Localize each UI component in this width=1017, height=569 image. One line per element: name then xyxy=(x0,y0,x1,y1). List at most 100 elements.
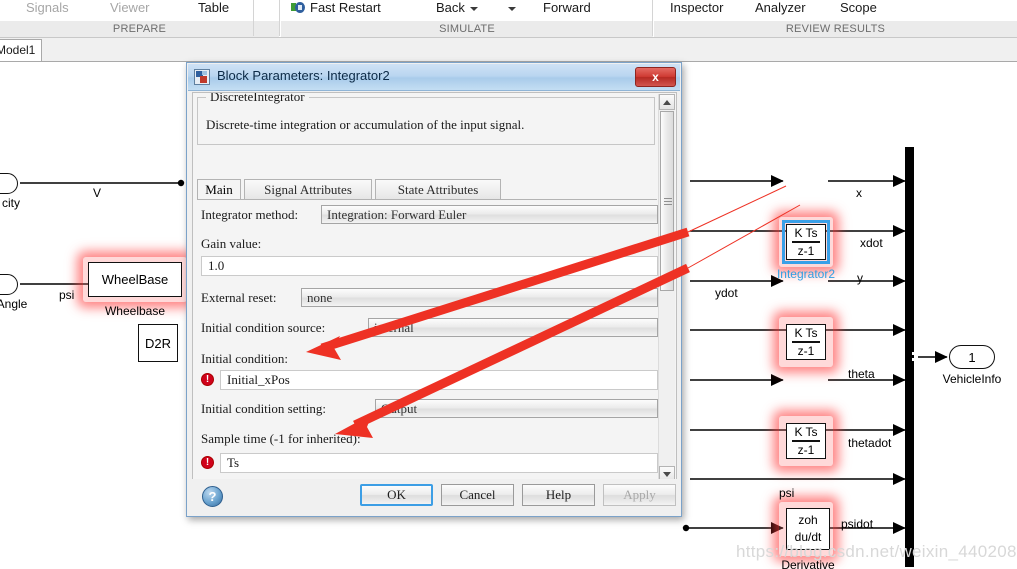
block-integrator2-label: Integrator2 xyxy=(776,267,836,281)
signal-label-y: y xyxy=(857,271,863,285)
integrator-method-label: Integrator method: xyxy=(201,207,299,222)
external-reset-select[interactable]: none xyxy=(301,288,658,307)
outport-vehicleinfo-label: VehicleInfo xyxy=(942,372,1002,386)
initial-condition-label: Initial condition: xyxy=(201,351,289,366)
ribbon-group-review-results-label: REVIEW RESULTS xyxy=(785,23,886,35)
bus-creator-port xyxy=(912,358,919,361)
block-d2r[interactable]: D2R xyxy=(138,324,178,362)
model-tab-label: Model1 xyxy=(0,43,36,57)
block-parameters-dialog[interactable]: Block Parameters: Integrator2 x Discrete… xyxy=(186,62,682,517)
gain-value-label: Gain value: xyxy=(201,236,262,251)
watermark-text: https://blog.csdn.net/weixin_44020886 xyxy=(736,542,1017,561)
ribbon-separator xyxy=(279,0,280,36)
dialog-vertical-scrollbar[interactable] xyxy=(658,94,675,481)
bus-creator[interactable] xyxy=(905,147,914,567)
signal-label-thetadot: thetadot xyxy=(848,436,892,450)
block-wheelbase[interactable]: WheelBase xyxy=(88,262,182,297)
block-integrator2[interactable]: K Ts z-1 xyxy=(786,224,826,260)
signal-label-v: V xyxy=(93,186,102,200)
ic-setting-select[interactable]: Output xyxy=(375,399,658,418)
signal-label-psidot: psidot xyxy=(841,517,874,531)
chevron-down-icon[interactable] xyxy=(469,6,478,11)
ribbon-separator xyxy=(652,0,653,36)
scroll-up-button[interactable] xyxy=(659,94,675,110)
block-description-group: DiscreteIntegrator Discrete-time integra… xyxy=(197,93,655,145)
signal-label-psi: psi xyxy=(779,486,795,500)
sample-time-text: Ts xyxy=(227,455,240,470)
tab-main[interactable]: Main xyxy=(197,179,241,200)
block-integrator2-denominator: z-1 xyxy=(797,243,815,258)
signal-label-x: x xyxy=(856,186,862,200)
error-icon: ! xyxy=(201,373,214,386)
tab-underline xyxy=(197,199,657,200)
close-icon-glyph: x xyxy=(652,70,659,84)
signal-label-theta: theta xyxy=(848,367,875,381)
ribbon-back-dropdown[interactable] xyxy=(503,0,516,18)
chevron-down-icon xyxy=(663,471,671,477)
outport-vehicleinfo[interactable]: 1 xyxy=(949,345,995,369)
tab-signal-attributes[interactable]: Signal Attributes xyxy=(244,179,372,200)
block-integrator2-numerator: K Ts xyxy=(794,225,818,240)
help-icon[interactable]: ? xyxy=(202,486,223,507)
ribbon-button-signals-label: Signals xyxy=(26,0,69,15)
signal-label-ydot: ydot xyxy=(715,286,738,300)
help-icon-glyph: ? xyxy=(208,489,217,504)
ribbon-button-analyzer[interactable]: Analyzer xyxy=(755,0,806,18)
ok-button-label: OK xyxy=(387,487,406,502)
dialog-titlebar[interactable]: Block Parameters: Integrator2 x xyxy=(188,64,680,91)
sample-time-input[interactable]: Ts xyxy=(220,453,658,473)
apply-button: Apply xyxy=(603,484,676,506)
ribbon-group-simulate-label: SIMULATE xyxy=(439,23,495,35)
help-button[interactable]: Help xyxy=(522,484,595,506)
model-tab-model1[interactable]: Model1 xyxy=(0,39,42,61)
integrator-method-select[interactable]: Integration: Forward Euler xyxy=(321,205,658,224)
block-wheelbase-text: WheelBase xyxy=(101,272,169,287)
ribbon-button-fast-restart-label: Fast Restart xyxy=(310,0,381,15)
ribbon-button-forward[interactable]: Forward xyxy=(543,0,591,18)
vertical-scroll-thumb[interactable] xyxy=(660,111,674,291)
ribbon-group-prepare-label: PREPARE xyxy=(112,23,167,35)
ribbon-button-signals[interactable]: Signals xyxy=(26,0,69,18)
gain-value-input[interactable]: 1.0 xyxy=(201,256,658,276)
ribbon-button-inspector-label: Inspector xyxy=(670,0,724,15)
ribbon-button-scope[interactable]: Scope xyxy=(840,0,877,18)
ic-setting-label: Initial condition setting: xyxy=(201,401,326,416)
ribbon-button-viewer[interactable]: Viewer xyxy=(110,0,150,18)
fast-restart-icon xyxy=(291,1,305,14)
group-border-right xyxy=(282,97,654,98)
bus-creator-port xyxy=(912,352,919,355)
ic-source-select[interactable]: internal xyxy=(368,318,658,337)
initial-condition-text: Initial_xPos xyxy=(227,372,290,387)
signal-label-xdot: xdot xyxy=(860,236,883,250)
inport-steering-angle-label: Angle xyxy=(0,297,28,311)
tab-state-attributes[interactable]: State Attributes xyxy=(375,179,501,200)
block-integrator-y[interactable]: K Ts z-1 xyxy=(786,324,826,360)
cancel-button[interactable]: Cancel xyxy=(441,484,514,506)
ok-button[interactable]: OK xyxy=(360,484,433,506)
dialog-title: Block Parameters: Integrator2 xyxy=(217,68,390,83)
ribbon-button-forward-label: Forward xyxy=(543,0,591,15)
ic-setting-value: Output xyxy=(381,401,418,416)
dialog-button-bar: ? OK Cancel Help Apply xyxy=(188,479,680,515)
external-reset-value: none xyxy=(307,290,333,305)
block-derivative-numerator: zoh xyxy=(798,513,818,528)
ribbon-button-table[interactable]: Table xyxy=(198,0,229,18)
block-integrator-theta[interactable]: K Ts z-1 xyxy=(786,423,826,459)
ribbon-group-review-results: Inspector Analyzer Scope REVIEW RESULTS xyxy=(654,0,1017,38)
scroll-grip-icon xyxy=(664,198,672,205)
chevron-down-icon[interactable] xyxy=(508,6,516,11)
ribbon-button-back[interactable]: Back xyxy=(436,0,478,18)
close-icon[interactable]: x xyxy=(635,67,676,87)
ribbon-button-fast-restart[interactable]: Fast Restart xyxy=(291,0,381,18)
initial-condition-input[interactable]: Initial_xPos xyxy=(220,370,658,390)
block-integrator-theta-numerator: K Ts xyxy=(794,424,818,439)
block-wheelbase-label: Wheelbase xyxy=(104,304,166,318)
ribbon-button-table-label: Table xyxy=(198,0,230,15)
block-description-text: Discrete-time integration or accumulatio… xyxy=(206,117,525,132)
dialog-tabs: Main Signal Attributes State Attributes xyxy=(197,179,657,200)
ribbon-button-inspector[interactable]: Inspector xyxy=(670,0,723,18)
outport-number: 1 xyxy=(968,349,976,365)
ribbon-group-prepare: Signals Viewer Table PREPARE xyxy=(0,0,279,38)
error-icon: ! xyxy=(201,456,214,469)
ic-source-value: internal xyxy=(374,320,414,335)
